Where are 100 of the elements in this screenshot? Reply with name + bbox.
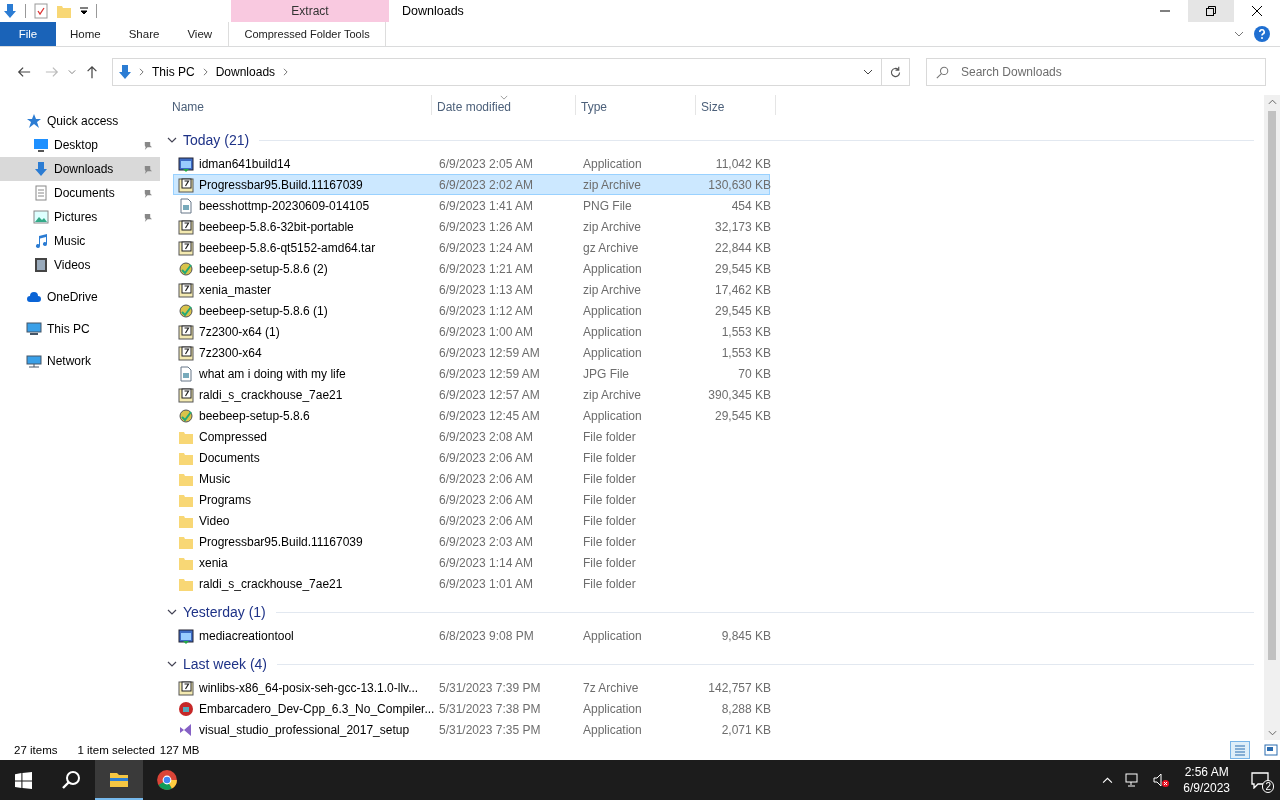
chevron-up-icon[interactable] (1102, 774, 1114, 786)
sidebar-item[interactable]: Documents (0, 181, 160, 205)
muted-speaker-icon[interactable] (1153, 772, 1170, 788)
address-bar[interactable]: This PC Downloads (112, 58, 882, 86)
column-header[interactable]: Size (696, 95, 776, 115)
file-row[interactable]: Progressbar95.Build.11167039 6/9/2023 2:02 AM zip Archive 130,630 KB (173, 174, 770, 195)
pin-icon[interactable] (143, 212, 152, 222)
sidebar-item[interactable]: OneDrive (0, 285, 160, 309)
type-cell-text: PNG File (583, 198, 633, 213)
file-row[interactable]: raldi_s_crackhouse_7ae21 6/9/2023 12:57 AM zip Archive 390,345 KB (173, 384, 770, 405)
sidebar-item[interactable]: Quick access (0, 109, 160, 133)
column-header[interactable]: Type (576, 95, 696, 115)
ribbon-tab[interactable]: File (0, 22, 56, 46)
clock-time[interactable]: 2:56 AM (1184, 764, 1229, 780)
file-row[interactable]: xenia_master 6/9/2023 1:13 AM zip Archive 17,462 KB (173, 279, 770, 300)
file-row[interactable]: winlibs-x86_64-posix-seh-gcc-13.1.0-llv... 5/31/2023 7:39 PM 7z Archive 142,757 KB (173, 677, 770, 698)
file-row[interactable]: Compressed 6/9/2023 2:08 AM File folder (173, 426, 770, 447)
date-cell-text: 6/9/2023 1:24 AM (439, 240, 535, 255)
pin-icon[interactable] (143, 140, 152, 150)
help-icon[interactable] (1254, 26, 1270, 42)
notification-icon[interactable] (1250, 771, 1270, 789)
desktop-icon (33, 137, 49, 153)
start-icon[interactable] (15, 771, 32, 789)
file-name: xenia_master (199, 282, 272, 297)
sidebar-item[interactable]: Network (0, 349, 160, 373)
file-row[interactable]: 7z2300-x64 (1) 6/9/2023 1:00 AM Application 1,553 KB (173, 321, 770, 342)
file-row[interactable]: beebeep-setup-5.8.6 (2) 6/9/2023 1:21 AM Application 29,545 KB (173, 258, 770, 279)
restore-icon[interactable] (1206, 6, 1216, 16)
group-header[interactable]: Yesterday (1) (183, 604, 266, 620)
collapse-icon[interactable] (167, 659, 177, 669)
file-row[interactable]: mediacreationtool 6/8/2023 9:08 PM Application 9,845 KB (173, 625, 770, 646)
type-cell-text: File folder (583, 555, 637, 570)
file-row[interactable]: beesshottmp-20230609-014105 6/9/2023 1:41 AM PNG File 454 KB (173, 195, 770, 216)
sidebar-item[interactable]: Music (0, 229, 160, 253)
date-cell-text: 6/9/2023 2:06 AM (439, 513, 535, 528)
file-row[interactable]: Progressbar95.Build.11167039 6/9/2023 2:03 AM File folder (173, 531, 770, 552)
chevron-icon[interactable] (202, 68, 208, 76)
size-cell: 142,757 KB (708, 680, 771, 695)
date-cell-text: 6/9/2023 2:08 AM (439, 429, 535, 444)
sidebar-item[interactable]: Downloads (0, 157, 160, 181)
pin-icon[interactable] (143, 164, 152, 174)
file-row[interactable]: Programs 6/9/2023 2:06 AM File folder (173, 489, 770, 510)
file-row[interactable]: xenia 6/9/2023 1:14 AM File folder (173, 552, 770, 573)
file-row[interactable]: Documents 6/9/2023 2:06 AM File folder (173, 447, 770, 468)
file-row[interactable]: what am i doing with my life 6/9/2023 12:59 AM JPG File 70 KB (173, 363, 770, 384)
search-icon[interactable] (61, 770, 81, 790)
collapse-icon[interactable] (167, 607, 177, 617)
file-row[interactable]: beebeep-setup-5.8.6 6/9/2023 12:45 AM Application 29,545 KB (173, 405, 770, 426)
browser-icon[interactable] (156, 769, 178, 791)
file-row[interactable]: Embarcadero_Dev-Cpp_6.3_No_Compiler... 5/31/2023 7:38 PM Application 8,288 KB (173, 698, 770, 719)
restore-button[interactable] (1188, 0, 1234, 22)
column-header[interactable]: Name (167, 95, 432, 115)
sidebar-item[interactable]: This PC (0, 317, 160, 341)
download-icon[interactable] (2, 3, 18, 19)
pin-icon[interactable] (143, 188, 152, 198)
file-row[interactable]: 7z2300-x64 6/9/2023 12:59 AM Application 1,553 KB (173, 342, 770, 363)
type-cell-text: Application (583, 324, 643, 339)
file-row[interactable]: Video 6/9/2023 2:06 AM File folder (173, 510, 770, 531)
program-icon (178, 721, 194, 738)
group-header[interactable]: Today (21) (183, 132, 250, 148)
clock-date[interactable]: 6/9/2023 (1183, 780, 1230, 796)
file-name: what am i doing with my life (199, 366, 346, 381)
dropdown-icon[interactable] (863, 67, 873, 77)
file-row[interactable]: beebeep-setup-5.8.6 (1) 6/9/2023 1:12 AM Application 29,545 KB (173, 300, 770, 321)
dropdown-icon[interactable] (79, 6, 89, 16)
search-field[interactable]: Search Downloads (926, 58, 1266, 86)
file-row[interactable]: beebeep-5.8.6-32bit-portable 6/9/2023 1:26 AM zip Archive 32,173 KB (173, 216, 770, 237)
close-icon[interactable] (1252, 6, 1262, 16)
file-name: Compressed (199, 429, 268, 444)
ribbon-tab[interactable]: Compressed Folder Tools (228, 22, 387, 46)
collapse-icon[interactable] (167, 135, 177, 145)
chevron-icon[interactable] (283, 68, 289, 76)
breadcrumb[interactable]: This PC (150, 65, 197, 79)
type-cell-text: Application (583, 722, 643, 737)
sidebar-item[interactable]: Pictures (0, 205, 160, 229)
file-row[interactable]: visual_studio_professional_2017_setup 5/31/2023 7:35 PM Application 2,071 KB (173, 719, 770, 740)
file-row[interactable]: raldi_s_crackhouse_7ae21 6/9/2023 1:01 AM File folder (173, 573, 770, 594)
type-cell-text: Application (583, 408, 643, 423)
folder-taskbar-button[interactable] (95, 760, 143, 800)
large-icons-view-icon[interactable] (1262, 741, 1280, 759)
refresh-button[interactable] (882, 58, 910, 86)
group-header[interactable]: Last week (4) (183, 656, 268, 672)
scroll-up-icon[interactable] (1267, 99, 1277, 105)
sidebar-item[interactable]: Desktop (0, 133, 160, 157)
sidebar-item[interactable]: Videos (0, 253, 160, 277)
back-icon[interactable] (17, 65, 31, 79)
column-header[interactable]: Date modified (432, 95, 576, 115)
scrollbar[interactable] (1264, 95, 1280, 740)
file-row[interactable]: Music 6/9/2023 2:06 AM File folder (173, 468, 770, 489)
up-icon[interactable] (85, 65, 99, 79)
properties-icon[interactable] (33, 3, 49, 19)
refresh-icon[interactable] (889, 65, 902, 79)
file-row[interactable]: idman641build14 6/9/2023 2:05 AM Application 11,042 KB (173, 153, 770, 174)
scrollbar-thumb[interactable] (1268, 111, 1276, 660)
image-file-icon (178, 365, 194, 382)
file-row[interactable]: beebeep-5.8.6-qt5152-amd64.tar 6/9/2023 1:24 AM gz Archive 22,844 KB (173, 237, 770, 258)
scroll-down-icon[interactable] (1267, 730, 1277, 736)
breadcrumb[interactable]: Downloads (213, 65, 278, 79)
expand-ribbon-icon[interactable] (1234, 29, 1244, 39)
chevron-icon[interactable] (139, 68, 144, 76)
